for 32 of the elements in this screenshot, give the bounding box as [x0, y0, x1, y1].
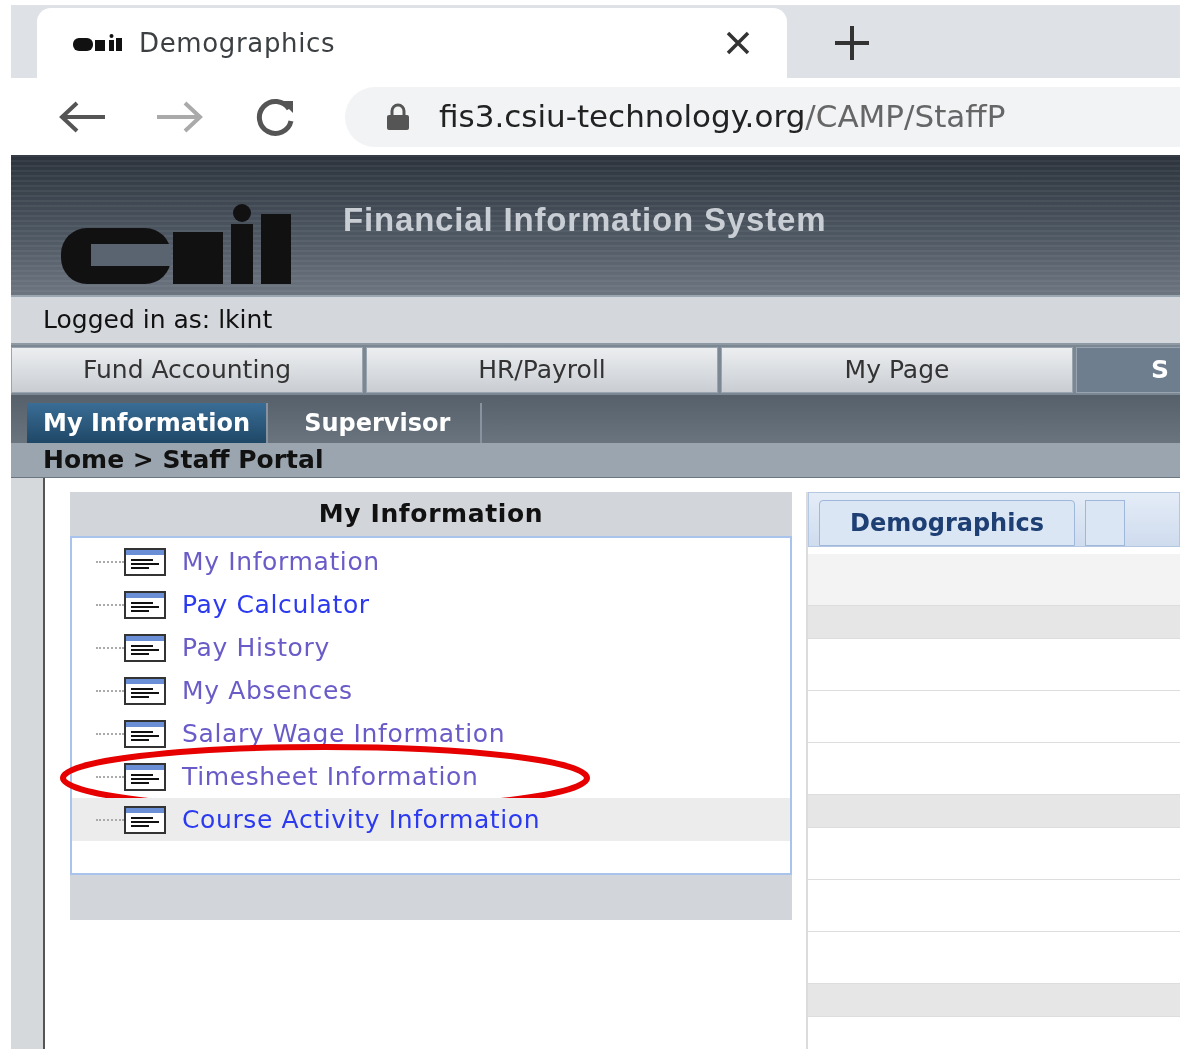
module-tab[interactable]: S	[1076, 347, 1180, 393]
menu-link[interactable]: My Absences	[182, 671, 353, 710]
detail-tab[interactable]: Demographics	[819, 500, 1075, 546]
url-text: fis3.csiu-technology.org/CAMP/StaffP	[439, 97, 1006, 137]
address-bar[interactable]: fis3.csiu-technology.org/CAMP/StaffP	[345, 86, 1180, 147]
close-icon[interactable]	[725, 30, 751, 56]
menu-link[interactable]: Salary Wage Information	[182, 714, 506, 753]
back-arrow-icon[interactable]	[57, 99, 107, 134]
login-text: Logged in as: lkint	[43, 304, 273, 337]
document-icon	[124, 805, 166, 834]
breadcrumb: Home > Staff Portal	[43, 444, 324, 477]
document-icon	[124, 762, 166, 791]
logo-icon	[61, 204, 293, 286]
menu-link[interactable]: My Information	[182, 542, 380, 581]
new-tab-icon[interactable]	[833, 24, 871, 62]
sub-nav-tab[interactable]: My Information	[27, 403, 269, 443]
module-tab[interactable]: HR/Payroll	[366, 347, 718, 393]
document-icon	[124, 676, 166, 705]
tab-title: Demographics	[139, 26, 337, 60]
logo-icon	[73, 34, 123, 52]
module-tab[interactable]: Fund Accounting	[11, 347, 363, 393]
browser-tab[interactable]: Demographics	[37, 8, 787, 78]
panel-title: My Information	[318, 498, 544, 531]
document-icon	[124, 719, 166, 748]
document-icon	[124, 590, 166, 619]
app-title: Financial Information System	[343, 200, 827, 241]
menu-link[interactable]: Pay Calculator	[182, 585, 370, 624]
lock-icon	[385, 102, 411, 131]
document-icon	[124, 633, 166, 662]
menu-link[interactable]: Pay History	[182, 628, 330, 667]
module-tab[interactable]: My Page	[721, 347, 1073, 393]
document-icon	[124, 547, 166, 576]
